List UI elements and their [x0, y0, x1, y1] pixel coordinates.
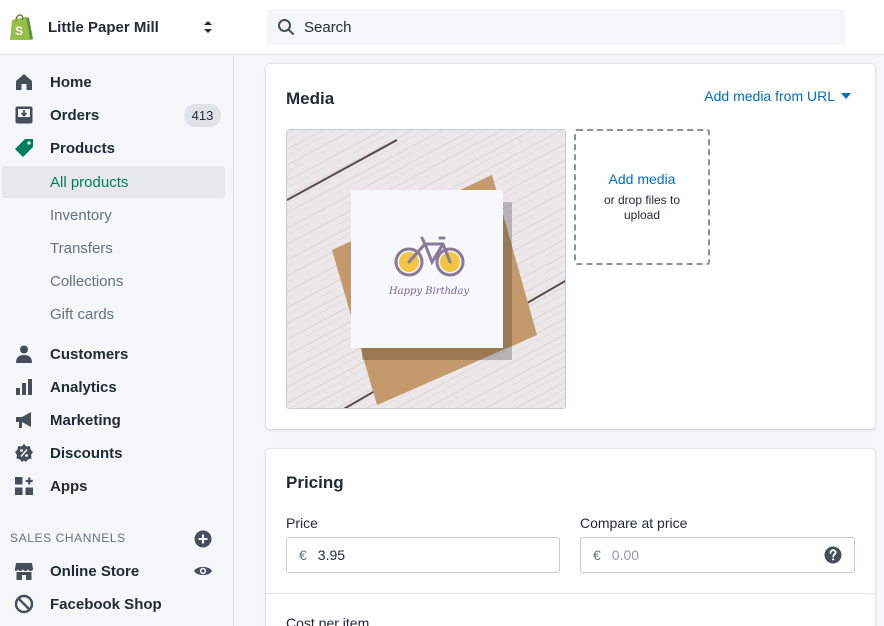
- sidebar-item-label: Customers: [50, 345, 129, 363]
- pricing-card: Pricing Price € 3.95 Compare at price € …: [266, 449, 875, 626]
- add-media-dropzone[interactable]: Add media or drop files to upload: [574, 129, 710, 265]
- compare-at-price-input[interactable]: € 0.00: [580, 537, 855, 573]
- bar-chart-icon: [14, 377, 34, 397]
- search-placeholder: Search: [304, 18, 352, 36]
- sidebar-item-label: Discounts: [50, 444, 123, 462]
- store-name: Little Paper Mill: [48, 19, 159, 36]
- compare-at-price-label: Compare at price: [580, 515, 688, 531]
- help-icon[interactable]: [824, 546, 842, 564]
- compare-currency: €: [593, 547, 601, 563]
- sidebar-item-products[interactable]: Products: [0, 132, 234, 164]
- add-media-link[interactable]: Add media: [609, 171, 676, 187]
- blocked-icon: [14, 594, 34, 614]
- drop-files-hint: or drop files to upload: [603, 193, 681, 222]
- apps-icon: [14, 476, 34, 496]
- compare-placeholder: 0.00: [611, 547, 640, 563]
- pricing-divider: [266, 593, 875, 594]
- home-icon: [14, 72, 34, 92]
- top-bar: S Little Paper Mill Search: [0, 0, 884, 55]
- orders-count-badge: 413: [184, 104, 221, 127]
- sidebar-item-apps[interactable]: Apps: [0, 470, 234, 502]
- add-channel-icon[interactable]: [194, 530, 212, 548]
- media-title: Media: [286, 89, 335, 108]
- sidebar-item-orders[interactable]: Orders 413: [0, 99, 234, 131]
- price-value: 3.95: [317, 547, 346, 563]
- search-icon: [278, 19, 294, 35]
- sidebar-item-discounts[interactable]: Discounts: [0, 437, 234, 469]
- pricing-title: Pricing: [286, 473, 344, 492]
- sidebar-item-home[interactable]: Home: [0, 66, 234, 98]
- cost-per-item-label: Cost per item: [286, 615, 370, 626]
- sidebar-item-label: Online Store: [50, 562, 140, 580]
- orders-icon: [14, 105, 34, 125]
- store-switch-icon[interactable]: [201, 17, 215, 37]
- product-image[interactable]: Happy Birthday: [286, 129, 566, 409]
- birthday-card-photo: Happy Birthday: [287, 130, 565, 408]
- eye-icon[interactable]: [193, 564, 213, 578]
- sidebar-item-label: Apps: [50, 477, 88, 495]
- store-icon: [14, 561, 34, 581]
- sidebar-item-facebook-shop[interactable]: Facebook Shop: [0, 588, 234, 620]
- shopify-logo-icon: S: [10, 13, 33, 40]
- sidebar-item-label: Facebook Shop: [50, 595, 162, 613]
- search-input[interactable]: Search: [267, 9, 845, 45]
- media-card: Media Add media from URL Happy Birthday …: [266, 64, 875, 429]
- card-caption: Happy Birthday: [388, 286, 469, 297]
- sales-channels-heading: SALES CHANNELS: [10, 531, 126, 545]
- sidebar-item-marketing[interactable]: Marketing: [0, 404, 234, 436]
- sidebar-subitem-transfers[interactable]: Transfers: [0, 232, 234, 264]
- store-switcher[interactable]: S Little Paper Mill: [0, 0, 234, 55]
- sidebar: Home Orders 413 Products All products In…: [0, 56, 234, 626]
- sidebar-item-label: Analytics: [50, 378, 117, 396]
- caret-down-icon: [841, 93, 851, 99]
- person-icon: [14, 344, 34, 364]
- svg-text:S: S: [15, 24, 23, 38]
- sidebar-item-analytics[interactable]: Analytics: [0, 371, 234, 403]
- price-input[interactable]: € 3.95: [286, 537, 560, 573]
- sidebar-subitem-inventory[interactable]: Inventory: [0, 199, 234, 231]
- sidebar-item-label: Home: [50, 73, 92, 91]
- sidebar-subitem-all-products[interactable]: All products: [2, 166, 225, 198]
- sidebar-item-label: Marketing: [50, 411, 121, 429]
- megaphone-icon: [14, 410, 34, 430]
- sidebar-item-label: Orders: [50, 106, 100, 124]
- tag-icon: [14, 138, 34, 158]
- sidebar-subitem-collections[interactable]: Collections: [0, 265, 234, 297]
- discount-icon: [14, 443, 34, 463]
- sidebar-subitem-gift-cards[interactable]: Gift cards: [0, 298, 234, 330]
- add-media-from-url-button[interactable]: Add media from URL: [704, 88, 851, 104]
- sidebar-item-label: Products: [50, 139, 116, 157]
- price-label: Price: [286, 515, 318, 531]
- sidebar-item-customers[interactable]: Customers: [0, 338, 234, 370]
- add-media-from-url-label: Add media from URL: [704, 88, 835, 104]
- price-currency: €: [299, 547, 307, 563]
